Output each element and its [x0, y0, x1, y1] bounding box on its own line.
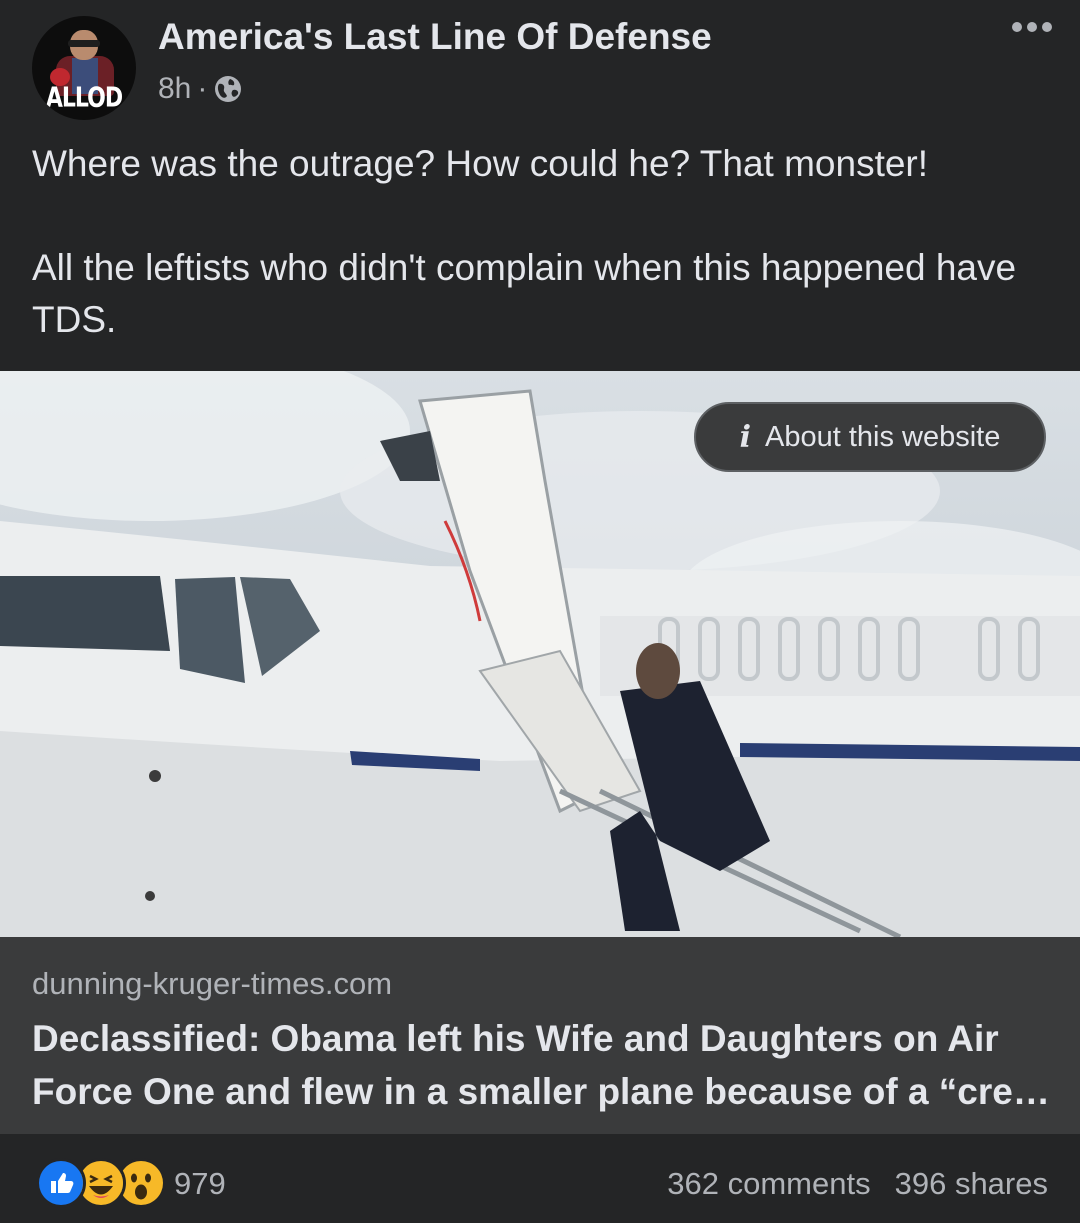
globe-icon — [215, 76, 242, 102]
reaction-count[interactable]: 979 — [174, 1166, 226, 1202]
engagement-counts: 362 comments 396 shares — [667, 1166, 1048, 1202]
post-text: Where was the outrage? How could he? Tha… — [32, 138, 1052, 346]
about-this-website-label: About this website — [765, 420, 1001, 453]
page-avatar[interactable]: ALLOD — [32, 16, 136, 120]
more-dot — [1027, 22, 1037, 32]
post-paragraph: All the leftists who didn't complain whe… — [32, 247, 1017, 340]
avatar-figure-glasses — [68, 40, 100, 47]
more-options-icon[interactable] — [1012, 22, 1052, 32]
like-icon — [36, 1158, 86, 1208]
post-paragraph: Where was the outrage? How could he? Tha… — [32, 143, 929, 184]
post-meta: 8h · — [158, 72, 243, 106]
link-domain: dunning-kruger-times.com — [32, 966, 393, 1001]
about-this-website-button[interactable]: i About this website — [694, 402, 1046, 472]
post-header: ALLOD America's Last Line Of Defense 8h … — [0, 0, 1080, 130]
post-time[interactable]: 8h — [158, 72, 191, 106]
link-headline[interactable]: Declassified: Obama left his Wife and Da… — [32, 1012, 1052, 1118]
reactions-summary[interactable] — [36, 1158, 166, 1208]
meta-separator: · — [197, 72, 208, 105]
avatar-logo-text: ALLOD — [45, 82, 123, 115]
more-dot — [1042, 22, 1052, 32]
more-dot — [1012, 22, 1022, 32]
page-name-link[interactable]: America's Last Line Of Defense — [158, 16, 712, 58]
shares-count[interactable]: 396 shares — [895, 1166, 1048, 1202]
info-icon: i — [739, 419, 752, 455]
comments-count[interactable]: 362 comments — [667, 1166, 870, 1202]
